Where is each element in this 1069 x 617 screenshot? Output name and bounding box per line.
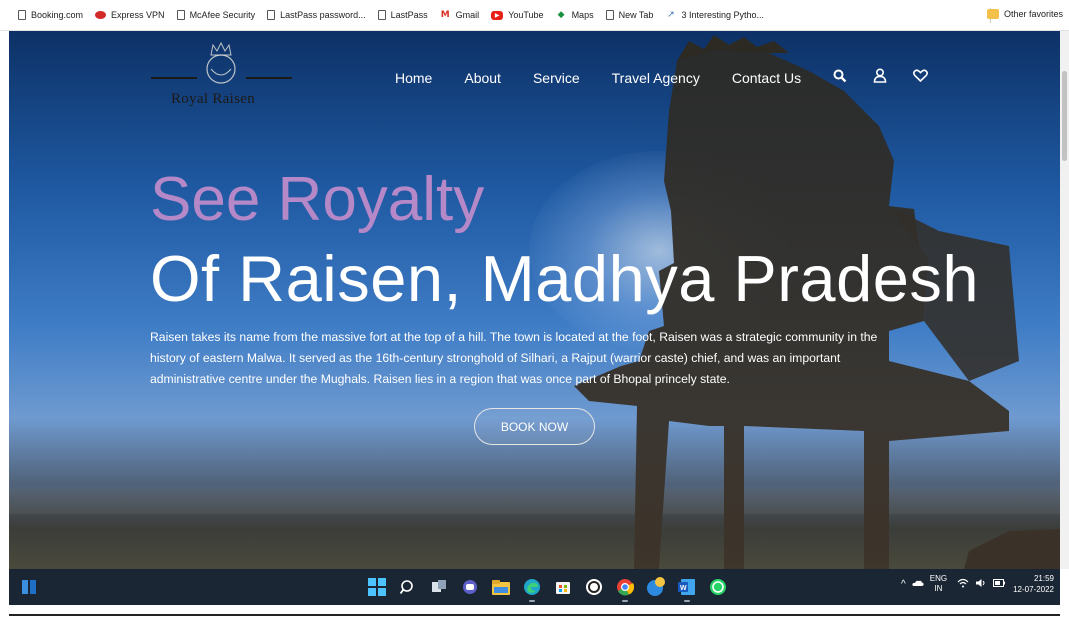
bookmark-label: Maps [571, 10, 594, 20]
bookmark-label: LastPass password... [280, 10, 366, 20]
left-gutter [0, 31, 9, 569]
running-indicator [529, 600, 535, 602]
bookmark-expressvpn[interactable]: Express VPN [95, 10, 165, 20]
word-icon[interactable]: W [675, 575, 699, 602]
youtube-icon: ▶ [491, 10, 504, 20]
book-now-button[interactable]: BOOK NOW [474, 408, 595, 445]
whatsapp-icon[interactable] [706, 575, 730, 599]
expressvpn-icon [95, 11, 107, 19]
running-indicator [684, 600, 690, 602]
bookmark-maps[interactable]: ◆ Maps [556, 10, 594, 21]
page-icon [605, 10, 614, 20]
clock-date: 12-07-2022 [1013, 585, 1054, 594]
royal-crest-icon [151, 41, 292, 84]
bookmark-booking[interactable]: Booking.com [18, 10, 83, 20]
bookmark-label: Gmail [455, 10, 480, 20]
nav-travel-agency[interactable]: Travel Agency [612, 70, 700, 86]
bookmark-label: LastPass [390, 10, 428, 20]
windows-start-icon[interactable] [365, 575, 389, 599]
heart-icon[interactable] [913, 69, 929, 87]
search-icon[interactable] [833, 69, 847, 88]
bookmark-new-tab[interactable]: New Tab [605, 10, 654, 20]
bookmarks-bar: Booking.com Express VPN McAfee Security … [0, 0, 1069, 31]
folder-icon [986, 9, 999, 19]
windows-taskbar: W ^ ENG IN 21:59 12-07-2022 [9, 569, 1060, 605]
clock[interactable]: 21:59 12-07-2022 [1013, 573, 1054, 595]
user-icon[interactable] [873, 68, 887, 88]
taskbar-apps: W [365, 575, 737, 602]
bookmark-lastpass-password[interactable]: LastPass password... [267, 10, 366, 20]
bookmark-mcafee[interactable]: McAfee Security [176, 10, 256, 20]
page-scrollbar[interactable] [1060, 31, 1069, 569]
bookmark-lastpass[interactable]: LastPass [377, 10, 428, 20]
bookmark-gmail[interactable]: M Gmail [440, 10, 480, 21]
site-logo[interactable]: Royal Raisen [151, 39, 296, 111]
system-tray: ^ ENG IN 21:59 12-07-2022 [901, 573, 1054, 595]
edge-icon[interactable] [520, 575, 544, 602]
bookmark-label: 3 Interesting Pytho... [681, 10, 764, 20]
lang-line2: IN [934, 584, 943, 593]
chart-icon: ↗ [667, 10, 675, 20]
bookmark-label: Booking.com [31, 10, 84, 20]
nav-home[interactable]: Home [395, 70, 432, 86]
bookmark-python[interactable]: ↗ 3 Interesting Pytho... [665, 10, 764, 21]
lang-line1: ENG [929, 574, 948, 583]
app-icon[interactable] [644, 575, 668, 599]
weather-icon[interactable] [912, 579, 924, 589]
bookmark-label: YouTube [508, 10, 544, 20]
volume-icon[interactable] [975, 578, 987, 590]
svg-text:W: W [680, 585, 687, 592]
page-icon [267, 10, 276, 20]
chat-icon[interactable] [458, 575, 482, 599]
bookmark-label: McAfee Security [189, 10, 256, 20]
widgets-icon[interactable] [21, 579, 37, 595]
nav-icons [833, 68, 954, 88]
nav-about[interactable]: About [464, 70, 501, 86]
chrome-icon[interactable] [613, 575, 637, 602]
running-indicator [622, 600, 628, 602]
page-icon [176, 10, 185, 20]
hero-section: Royal Raisen Home About Service Travel A… [9, 31, 1060, 569]
store-icon[interactable] [551, 575, 575, 599]
bookmark-label: Express VPN [111, 10, 165, 20]
other-favorites[interactable]: Other favorites [986, 9, 1063, 19]
file-explorer-icon[interactable] [489, 575, 513, 599]
chevron-up-icon[interactable]: ^ [901, 579, 906, 590]
gmail-icon: M [440, 10, 450, 20]
hero-headline-1: See Royalty [150, 165, 485, 234]
hero-description: Raisen takes its name from the massive f… [150, 330, 878, 386]
clock-time: 21:59 [1033, 574, 1054, 583]
page-icon [18, 10, 26, 20]
nav-contact-us[interactable]: Contact Us [732, 70, 801, 86]
maps-icon: ◆ [557, 10, 565, 20]
app-icon[interactable] [582, 575, 606, 599]
search-icon[interactable] [396, 575, 420, 599]
battery-icon[interactable] [993, 579, 1006, 589]
page-icon [377, 10, 386, 20]
hero-headline-2: Of Raisen, Madhya Pradesh [150, 242, 980, 315]
scrollbar-thumb[interactable] [1062, 71, 1067, 161]
bookmark-youtube[interactable]: ▶ YouTube [491, 10, 544, 20]
nav-service[interactable]: Service [533, 70, 580, 86]
bookmark-label: New Tab [618, 10, 654, 20]
wifi-icon[interactable] [957, 578, 969, 590]
screen-bottom-edge [0, 605, 1069, 617]
task-view-icon[interactable] [427, 575, 451, 599]
main-nav: Home About Service Travel Agency Contact… [395, 68, 954, 88]
logo-text: Royal Raisen [171, 91, 256, 107]
language-indicator[interactable]: ENG IN [930, 574, 947, 594]
divider [9, 614, 1060, 616]
other-favorites-label: Other favorites [1003, 9, 1063, 19]
